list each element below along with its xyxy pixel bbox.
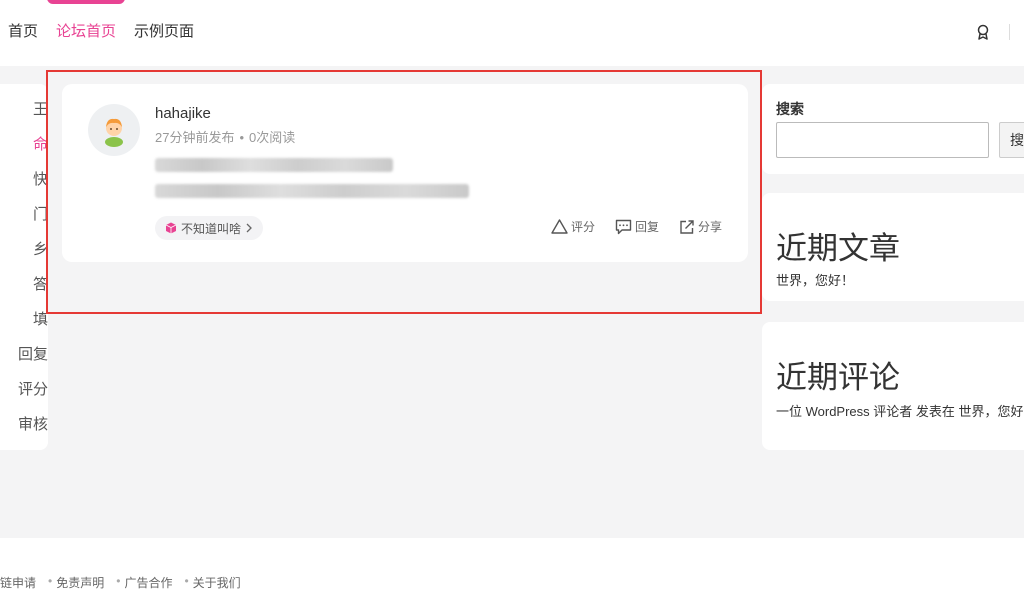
post-tag[interactable]: 不知道叫啥: [155, 216, 264, 240]
footer-link-disclaimer[interactable]: 免责声明: [56, 574, 104, 591]
avatar-icon: [105, 118, 123, 147]
category-item-active[interactable]: 命: [0, 128, 48, 162]
meta-dot: •: [239, 130, 245, 145]
chat-icon: [615, 219, 632, 234]
search-input[interactable]: [776, 122, 989, 158]
reply-label: 回复: [634, 220, 659, 234]
footer-links: 链申请 • 免责声明 • 广告合作 • 关于我们: [0, 574, 253, 591]
brand-accent: [47, 0, 125, 4]
category-item[interactable]: 乡: [0, 233, 48, 267]
share-button[interactable]: 分享: [679, 218, 722, 235]
recent-comments-title: 近期评论: [776, 360, 900, 395]
post-excerpt-blurred: [155, 158, 393, 172]
cube-icon: [165, 222, 177, 234]
post-excerpt-blurred: [155, 184, 469, 198]
nav-sample-page[interactable]: 示例页面: [134, 22, 194, 42]
category-item[interactable]: 回复: [0, 338, 48, 372]
top-bar: 首页 论坛首页 示例页面: [0, 0, 1024, 66]
search-widget: 搜索 搜索: [762, 84, 1024, 174]
category-item[interactable]: 填: [0, 303, 48, 337]
rate-label: 评分: [570, 220, 595, 234]
reply-button[interactable]: 回复: [615, 218, 659, 235]
recent-comments-widget: 近期评论 一位 WordPress 评论者 发表在 世界，您好！: [762, 322, 1024, 450]
search-label: 搜索: [776, 101, 804, 117]
category-item[interactable]: 王: [0, 93, 48, 127]
category-item[interactable]: 评分: [0, 373, 48, 407]
top-divider: [1009, 24, 1010, 40]
post-tag-label: 不知道叫啥: [181, 221, 242, 236]
category-item[interactable]: 门: [0, 198, 48, 232]
footer: 链申请 • 免责声明 • 广告合作 • 关于我们: [0, 538, 1024, 600]
post-time: 27分钟前发布: [155, 130, 235, 145]
share-label: 分享: [697, 220, 722, 234]
nav-forum-home[interactable]: 论坛首页: [56, 22, 116, 42]
recent-post-link[interactable]: 世界，您好！: [776, 270, 854, 289]
post-actions: 评分 回复 分享: [551, 218, 722, 235]
search-button[interactable]: 搜索: [999, 122, 1024, 158]
triangle-icon: [551, 219, 568, 234]
category-item[interactable]: 答: [0, 268, 48, 302]
post-reads: 0次阅读: [249, 130, 296, 145]
recent-comment-item[interactable]: 一位 WordPress 评论者 发表在 世界，您好！: [776, 401, 1024, 420]
rate-button[interactable]: 评分: [551, 218, 595, 235]
footer-sep: •: [184, 574, 189, 588]
chevron-right-icon: [246, 223, 252, 233]
post-card[interactable]: hahajike 27分钟前发布 • 0次阅读 不知道叫啥 评分 回复 分享: [62, 84, 748, 262]
main-nav: 首页 论坛首页 示例页面: [8, 22, 194, 42]
footer-link-apply[interactable]: 链申请: [0, 574, 36, 591]
share-icon: [680, 219, 694, 234]
category-sidebar: 王 命 快 门 乡 答 填 回复 评分 审核: [0, 84, 48, 450]
award-icon[interactable]: [974, 23, 992, 41]
recent-posts-widget: 近期文章 世界，您好！: [762, 193, 1024, 301]
recent-posts-title: 近期文章: [776, 231, 900, 266]
footer-link-ads[interactable]: 广告合作: [124, 574, 172, 591]
nav-home[interactable]: 首页: [8, 22, 38, 42]
post-meta: 27分钟前发布 • 0次阅读: [155, 127, 295, 146]
footer-link-about[interactable]: 关于我们: [193, 574, 241, 591]
footer-sep: •: [116, 574, 121, 588]
post-author[interactable]: hahajike: [155, 105, 211, 122]
category-item[interactable]: 快: [0, 163, 48, 197]
footer-sep: •: [48, 574, 53, 588]
avatar[interactable]: [88, 104, 140, 156]
category-item[interactable]: 审核: [0, 408, 48, 442]
